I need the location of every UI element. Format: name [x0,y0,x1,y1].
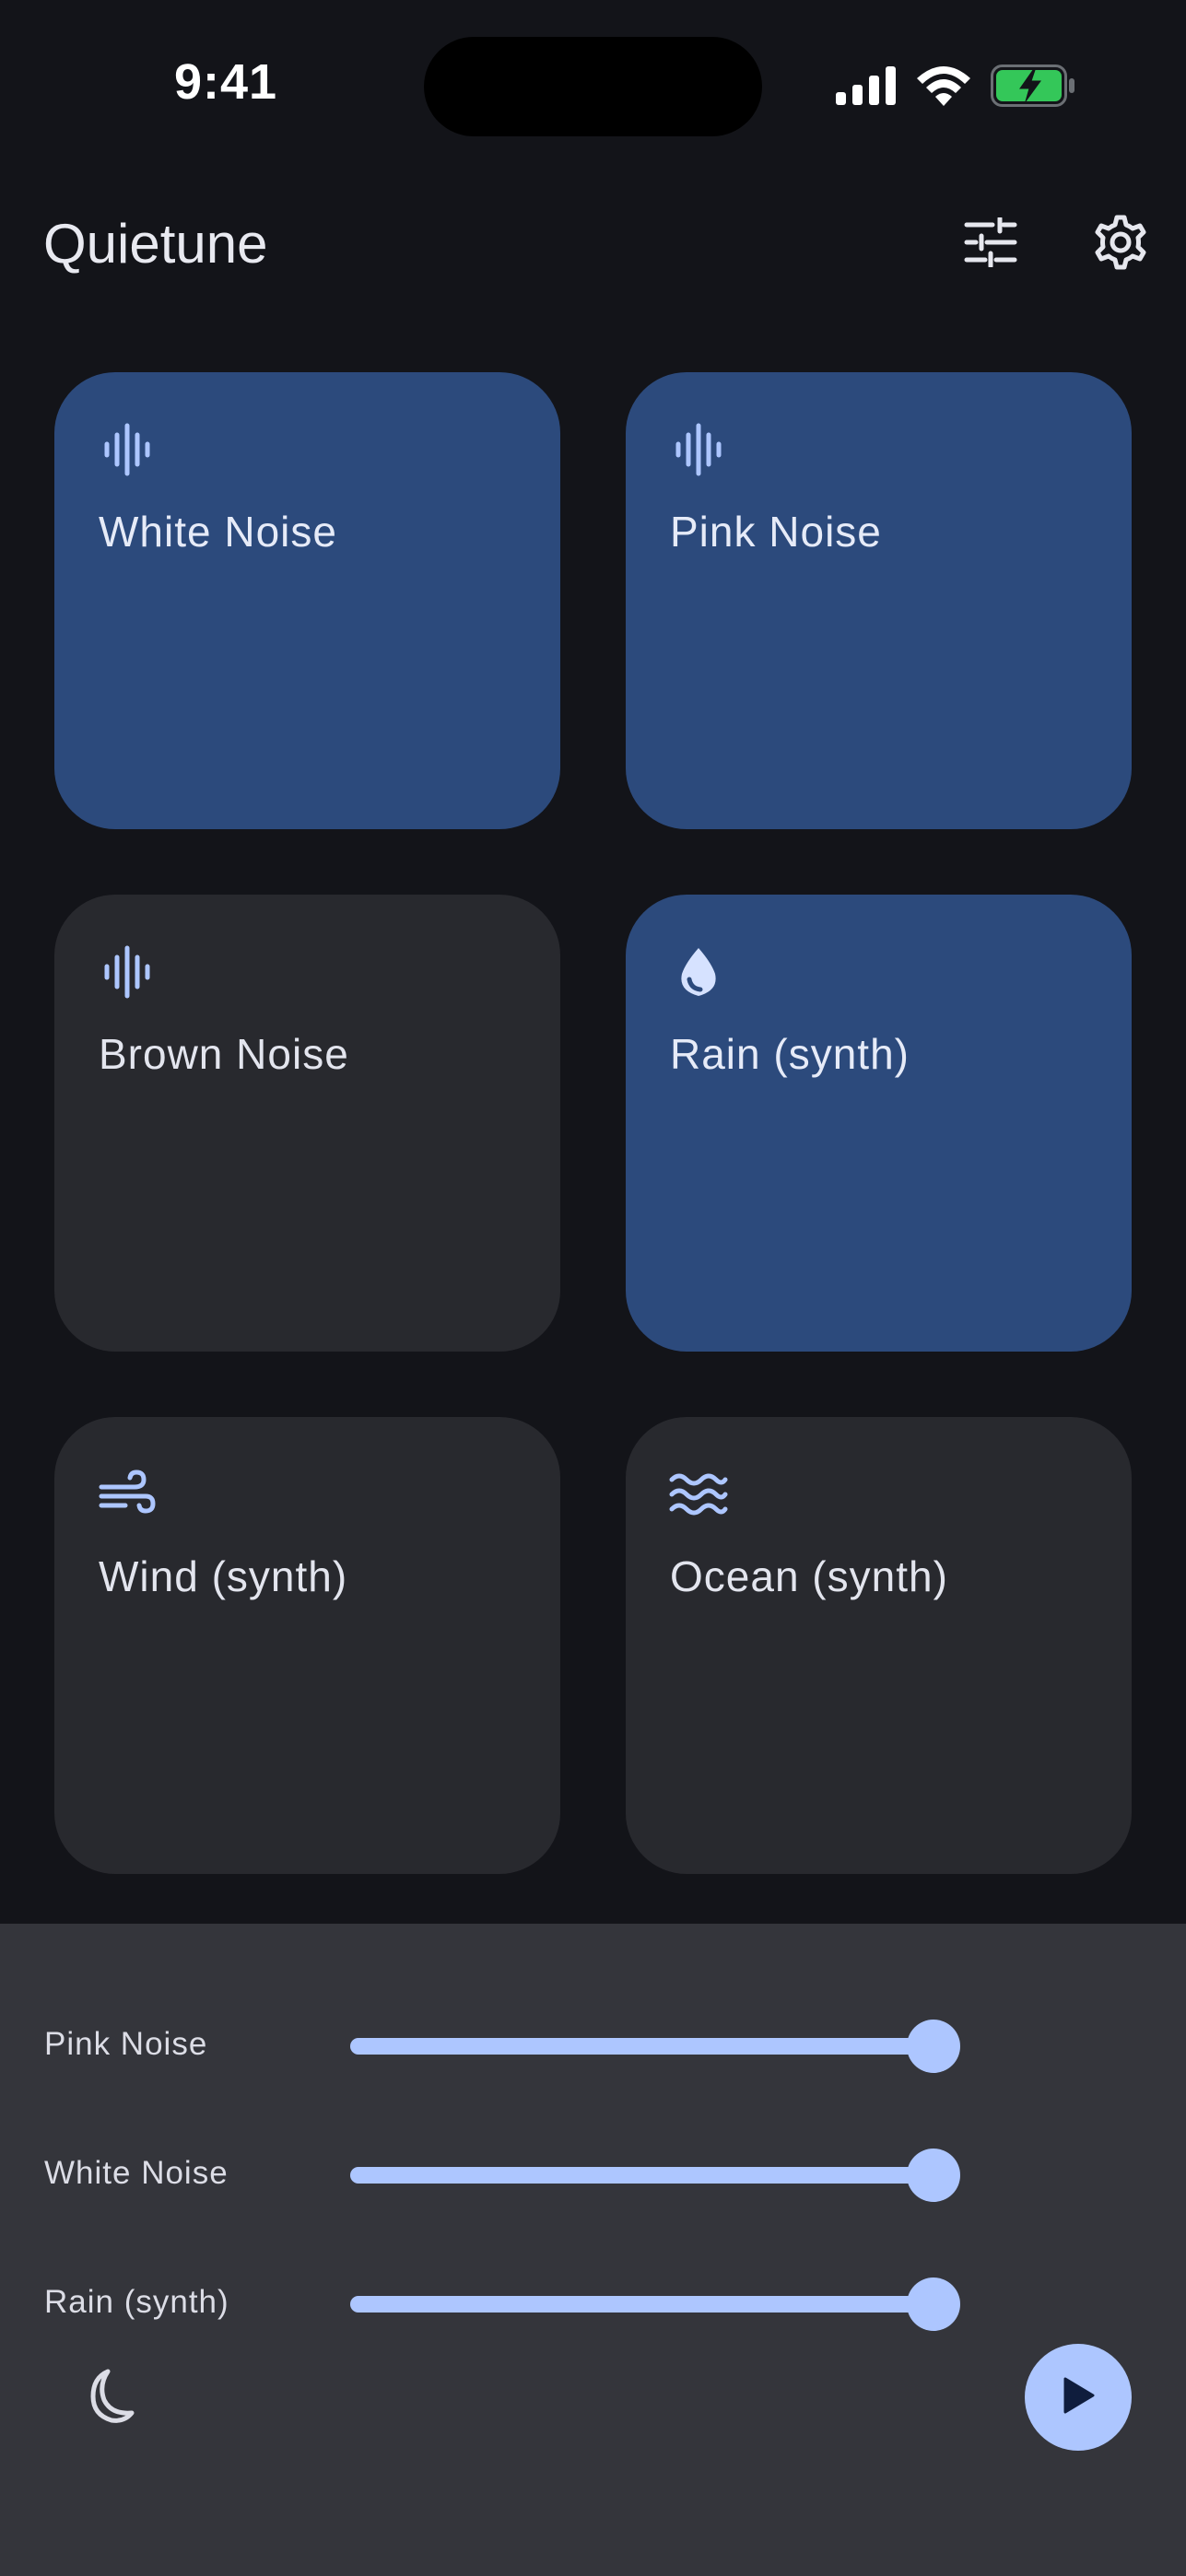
moon-icon [76,2367,135,2430]
sound-card-label: Wind (synth) [99,1552,348,1600]
play-button[interactable] [1025,2344,1132,2451]
waveform-icon [98,420,157,479]
cellular-signal-icon [836,66,897,105]
sound-card-pink-noise[interactable]: Pink Noise [626,372,1132,829]
slider-track [350,2296,934,2313]
app-title: Quietune [43,213,268,275]
mixer-channel-label: Rain (synth) [44,2284,229,2320]
mixer-row-white-noise: White Noise [0,2138,1186,2212]
sound-card-label: Brown Noise [99,1030,349,1078]
tune-sliders-icon [963,216,1018,272]
slider-track [350,2167,934,2184]
wind-icon [98,1465,157,1524]
sound-card-rain[interactable]: Rain (synth) [626,895,1132,1352]
slider-thumb[interactable] [907,2277,960,2331]
waves-icon [669,1465,728,1524]
app-screen: 9:41 Quietune White Noise Pink Noise Bro… [0,0,1186,2576]
sleep-timer-button[interactable] [65,2357,147,2440]
mixer-row-rain: Rain (synth) [0,2267,1186,2341]
volume-slider[interactable] [350,2009,960,2083]
gear-icon [1093,215,1148,275]
status-time: 9:41 [173,54,278,110]
status-icons [836,63,1075,109]
sound-card-label: Rain (synth) [670,1030,910,1078]
sound-card-label: Pink Noise [670,508,882,556]
slider-fill [350,2296,934,2313]
sound-card-ocean[interactable]: Ocean (synth) [626,1417,1132,1874]
mixer-panel: Pink Noise White Noise Rain (synth) [0,1924,1186,2576]
slider-thumb[interactable] [907,2149,960,2202]
sound-grid: White Noise Pink Noise Brown Noise Rain … [54,372,1132,1874]
mixer-row-pink-noise: Pink Noise [0,2009,1186,2083]
volume-slider[interactable] [350,2138,960,2212]
slider-track [350,2038,934,2055]
sound-card-brown-noise[interactable]: Brown Noise [54,895,560,1352]
slider-fill [350,2167,934,2184]
wifi-icon [917,65,970,106]
dynamic-island [424,37,762,136]
water-drop-icon [669,943,728,1001]
mixer-channel-label: White Noise [44,2155,229,2191]
settings-button[interactable] [1079,203,1162,286]
waveform-icon [669,420,728,479]
sound-card-label: Ocean (synth) [670,1552,948,1600]
sound-card-wind[interactable]: Wind (synth) [54,1417,560,1874]
sound-card-white-noise[interactable]: White Noise [54,372,560,829]
slider-fill [350,2038,934,2055]
app-bar: Quietune [0,193,1186,295]
mixer-channel-label: Pink Noise [44,2026,208,2062]
waveform-icon [98,943,157,1001]
status-bar: 9:41 [0,0,1186,175]
battery-charging-icon [991,64,1075,107]
volume-slider[interactable] [350,2267,960,2341]
sound-card-label: White Noise [99,508,337,556]
play-icon [1060,2375,1097,2420]
slider-thumb[interactable] [907,2020,960,2073]
mixer-settings-button[interactable] [949,203,1032,286]
